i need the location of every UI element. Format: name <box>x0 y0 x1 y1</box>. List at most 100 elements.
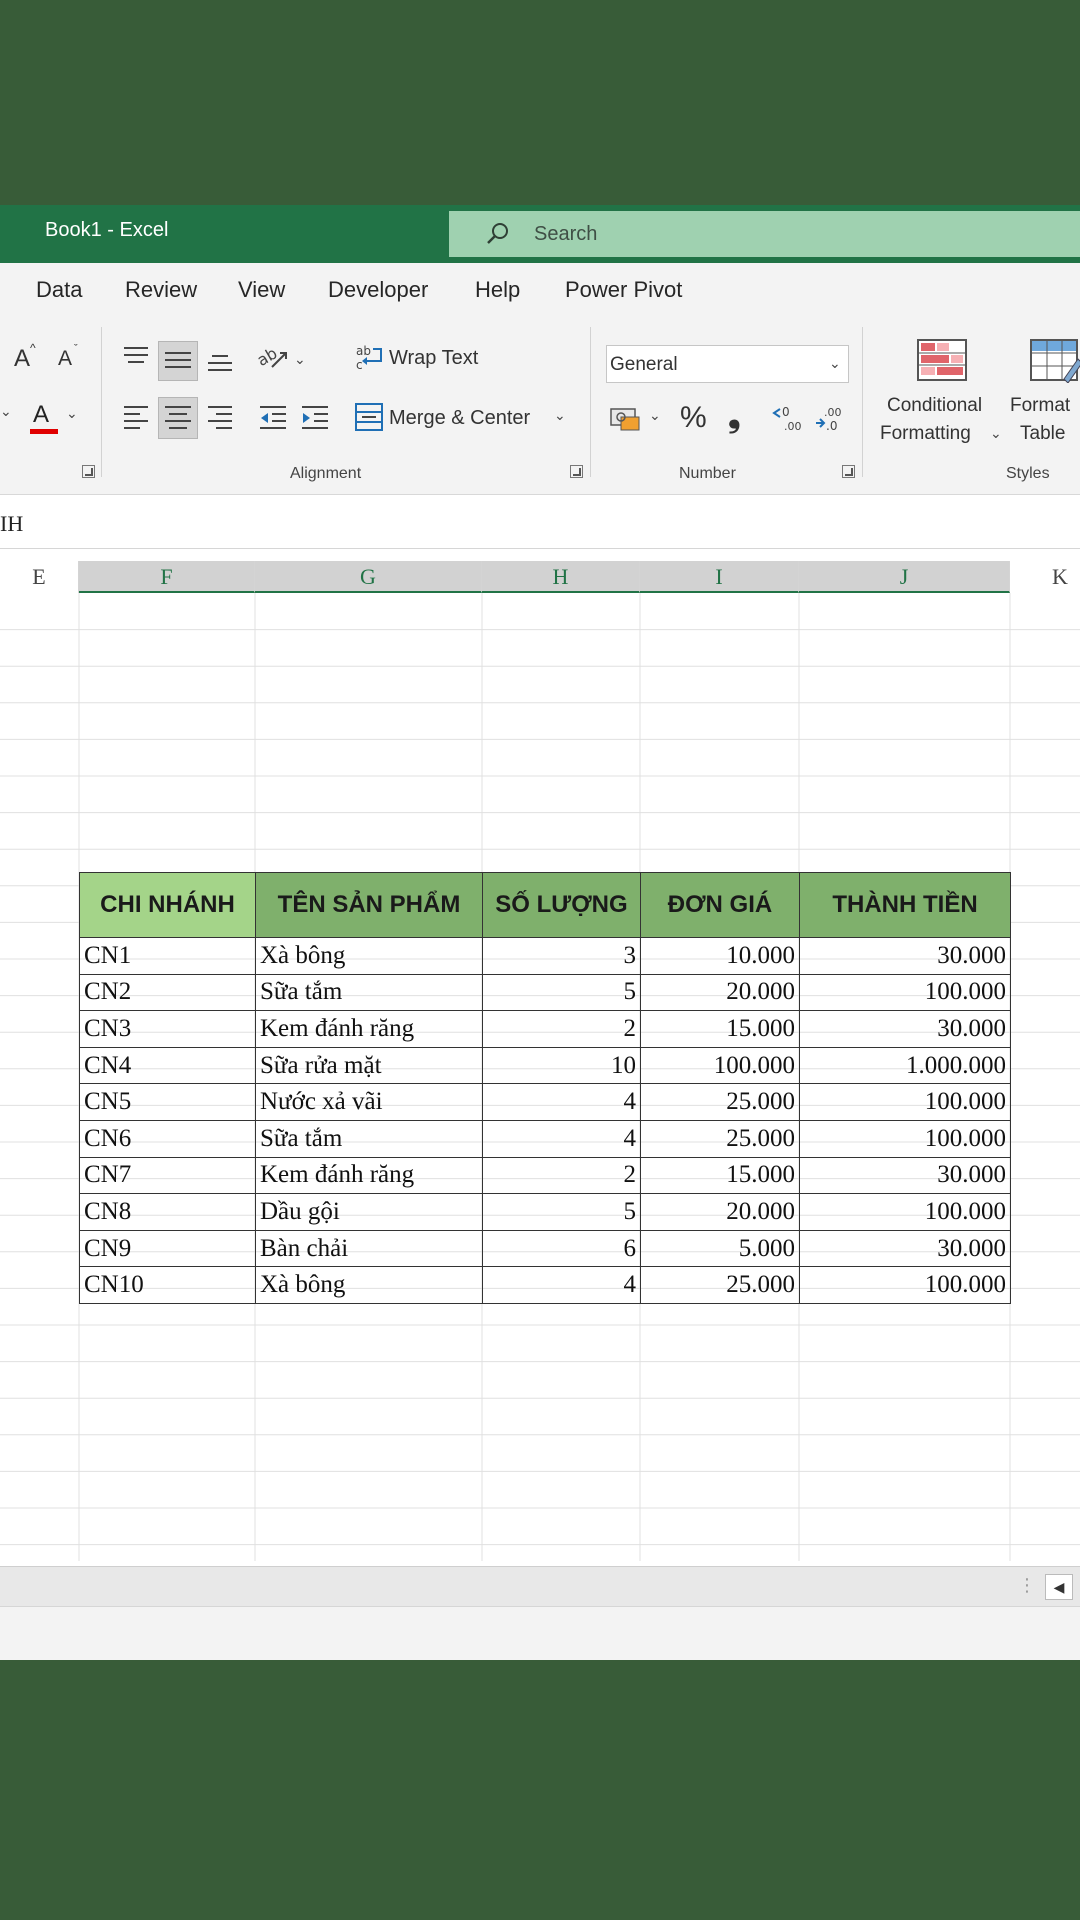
font-dialog-launcher[interactable] <box>82 465 95 478</box>
cell-so-luong[interactable]: 4 <box>482 1083 641 1121</box>
align-bottom-icon[interactable] <box>206 349 234 375</box>
cell-ten-san-pham[interactable]: Sữa tắm <box>255 973 483 1012</box>
tab-review[interactable]: Review <box>125 277 197 303</box>
align-center-button[interactable] <box>158 397 198 439</box>
decrease-decimal-icon[interactable]: .00.0 <box>814 403 846 433</box>
cell-don-gia[interactable]: 5.000 <box>640 1229 800 1268</box>
cell-so-luong[interactable]: 5 <box>482 973 641 1012</box>
resize-handle-icon[interactable]: ⋮ <box>1018 1575 1036 1596</box>
cell-don-gia[interactable]: 25.000 <box>640 1083 800 1121</box>
cell-don-gia[interactable]: 15.000 <box>640 1156 800 1195</box>
cell-don-gia[interactable]: 10.000 <box>640 937 800 975</box>
column-header-e[interactable]: E <box>0 561 79 593</box>
cell-don-gia[interactable]: 20.000 <box>640 973 800 1012</box>
header-ten-san-pham[interactable]: TÊN SẢN PHẨM <box>255 872 483 938</box>
number-dialog-launcher[interactable] <box>842 465 855 478</box>
column-header-h[interactable]: H <box>482 561 640 593</box>
cell-thanh-tien[interactable]: 30.000 <box>799 1010 1011 1048</box>
cell-so-luong[interactable]: 2 <box>482 1156 641 1195</box>
cell-chi-nhanh[interactable]: CN1 <box>79 937 256 975</box>
cell-chi-nhanh[interactable]: CN2 <box>79 973 256 1012</box>
scroll-left-button[interactable]: ◀ <box>1045 1574 1073 1600</box>
tab-power-pivot[interactable]: Power Pivot <box>565 277 682 303</box>
header-thanh-tien[interactable]: THÀNH TIỀN <box>799 872 1011 938</box>
cell-so-luong[interactable]: 2 <box>482 1010 641 1048</box>
number-format-select[interactable]: General ⌄ <box>606 345 849 383</box>
column-header-i[interactable]: I <box>640 561 799 593</box>
column-header-k[interactable]: K <box>1010 561 1080 593</box>
fill-color-dropdown[interactable]: ⌄ <box>0 403 12 420</box>
cell-so-luong[interactable]: 3 <box>482 937 641 975</box>
cell-ten-san-pham[interactable]: Nước xả vãi <box>255 1083 483 1121</box>
decrease-indent-icon[interactable] <box>258 403 288 429</box>
font-color-button[interactable]: A <box>30 401 58 435</box>
cell-chi-nhanh[interactable]: CN8 <box>79 1193 256 1231</box>
font-color-dropdown[interactable]: ⌄ <box>66 405 78 422</box>
tab-help[interactable]: Help <box>475 277 520 303</box>
alignment-dialog-launcher[interactable] <box>570 465 583 478</box>
cell-thanh-tien[interactable]: 30.000 <box>799 937 1011 975</box>
cell-ten-san-pham[interactable]: Sữa rửa mặt <box>255 1046 483 1085</box>
cell-so-luong[interactable]: 4 <box>482 1266 641 1304</box>
cell-don-gia[interactable]: 100.000 <box>640 1046 800 1085</box>
cell-don-gia[interactable]: 20.000 <box>640 1193 800 1231</box>
column-header-j[interactable]: J <box>799 561 1010 593</box>
align-top-icon[interactable] <box>122 345 150 367</box>
align-left-icon[interactable] <box>122 403 150 429</box>
cell-don-gia[interactable]: 25.000 <box>640 1119 800 1158</box>
decrease-font-icon[interactable]: A <box>58 347 72 371</box>
cell-thanh-tien[interactable]: 100.000 <box>799 1083 1011 1121</box>
align-middle-button[interactable] <box>158 341 198 381</box>
tab-developer[interactable]: Developer <box>328 277 428 303</box>
worksheet-grid[interactable]: E F G H I J K CHI NHÁNH TÊN SẢN PHẨM SỐ … <box>0 561 1080 1561</box>
accounting-format-icon[interactable] <box>609 405 641 433</box>
cell-thanh-tien[interactable]: 100.000 <box>799 973 1011 1012</box>
cell-chi-nhanh[interactable]: CN3 <box>79 1010 256 1048</box>
accounting-format-dropdown[interactable]: ⌄ <box>649 407 661 424</box>
header-so-luong[interactable]: SỐ LƯỢNG <box>482 872 641 938</box>
increase-decimal-icon[interactable]: 0.00 <box>772 403 804 433</box>
percent-style-button[interactable]: % <box>680 401 707 435</box>
comma-style-button[interactable]: ❟ <box>728 397 741 435</box>
column-header-g[interactable]: G <box>255 561 482 593</box>
cell-ten-san-pham[interactable]: Kem đánh răng <box>255 1156 483 1195</box>
cell-ten-san-pham[interactable]: Xà bông <box>255 937 483 975</box>
cell-chi-nhanh[interactable]: CN5 <box>79 1083 256 1121</box>
cell-thanh-tien[interactable]: 1.000.000 <box>799 1046 1011 1085</box>
format-as-table-button[interactable]: Format Table <box>1006 333 1080 453</box>
cell-thanh-tien[interactable]: 100.000 <box>799 1119 1011 1158</box>
formula-bar[interactable]: IH <box>0 496 1080 549</box>
orientation-icon[interactable]: ab <box>256 343 290 373</box>
cell-chi-nhanh[interactable]: CN9 <box>79 1229 256 1268</box>
cell-so-luong[interactable]: 5 <box>482 1193 641 1231</box>
tab-data[interactable]: Data <box>36 277 82 303</box>
tab-view[interactable]: View <box>238 277 285 303</box>
cell-thanh-tien[interactable]: 30.000 <box>799 1156 1011 1195</box>
cell-chi-nhanh[interactable]: CN4 <box>79 1046 256 1085</box>
cell-ten-san-pham[interactable]: Bàn chải <box>255 1229 483 1268</box>
cell-so-luong[interactable]: 6 <box>482 1229 641 1268</box>
merge-center-button[interactable]: Merge & Center ⌄ <box>355 399 575 435</box>
increase-indent-icon[interactable] <box>300 403 330 429</box>
cell-chi-nhanh[interactable]: CN7 <box>79 1156 256 1195</box>
cell-ten-san-pham[interactable]: Xà bông <box>255 1266 483 1304</box>
conditional-formatting-button[interactable]: Conditional Formatting ⌄ <box>876 333 1011 453</box>
column-header-f[interactable]: F <box>79 561 255 593</box>
cell-chi-nhanh[interactable]: CN6 <box>79 1119 256 1158</box>
wrap-text-button[interactable]: ab c Wrap Text <box>355 341 500 377</box>
increase-font-icon[interactable]: A <box>14 345 30 373</box>
cell-ten-san-pham[interactable]: Dầu gội <box>255 1193 483 1231</box>
cell-thanh-tien[interactable]: 100.000 <box>799 1193 1011 1231</box>
cell-ten-san-pham[interactable]: Sữa tắm <box>255 1119 483 1158</box>
align-right-icon[interactable] <box>206 403 234 429</box>
header-chi-nhanh[interactable]: CHI NHÁNH <box>79 872 256 938</box>
cell-don-gia[interactable]: 25.000 <box>640 1266 800 1304</box>
search-box[interactable]: Search <box>449 211 1080 257</box>
cell-thanh-tien[interactable]: 100.000 <box>799 1266 1011 1304</box>
cell-so-luong[interactable]: 10 <box>482 1046 641 1085</box>
cell-chi-nhanh[interactable]: CN10 <box>79 1266 256 1304</box>
cell-ten-san-pham[interactable]: Kem đánh răng <box>255 1010 483 1048</box>
orientation-dropdown[interactable]: ⌄ <box>294 351 306 368</box>
header-don-gia[interactable]: ĐƠN GIÁ <box>640 872 800 938</box>
cell-so-luong[interactable]: 4 <box>482 1119 641 1158</box>
